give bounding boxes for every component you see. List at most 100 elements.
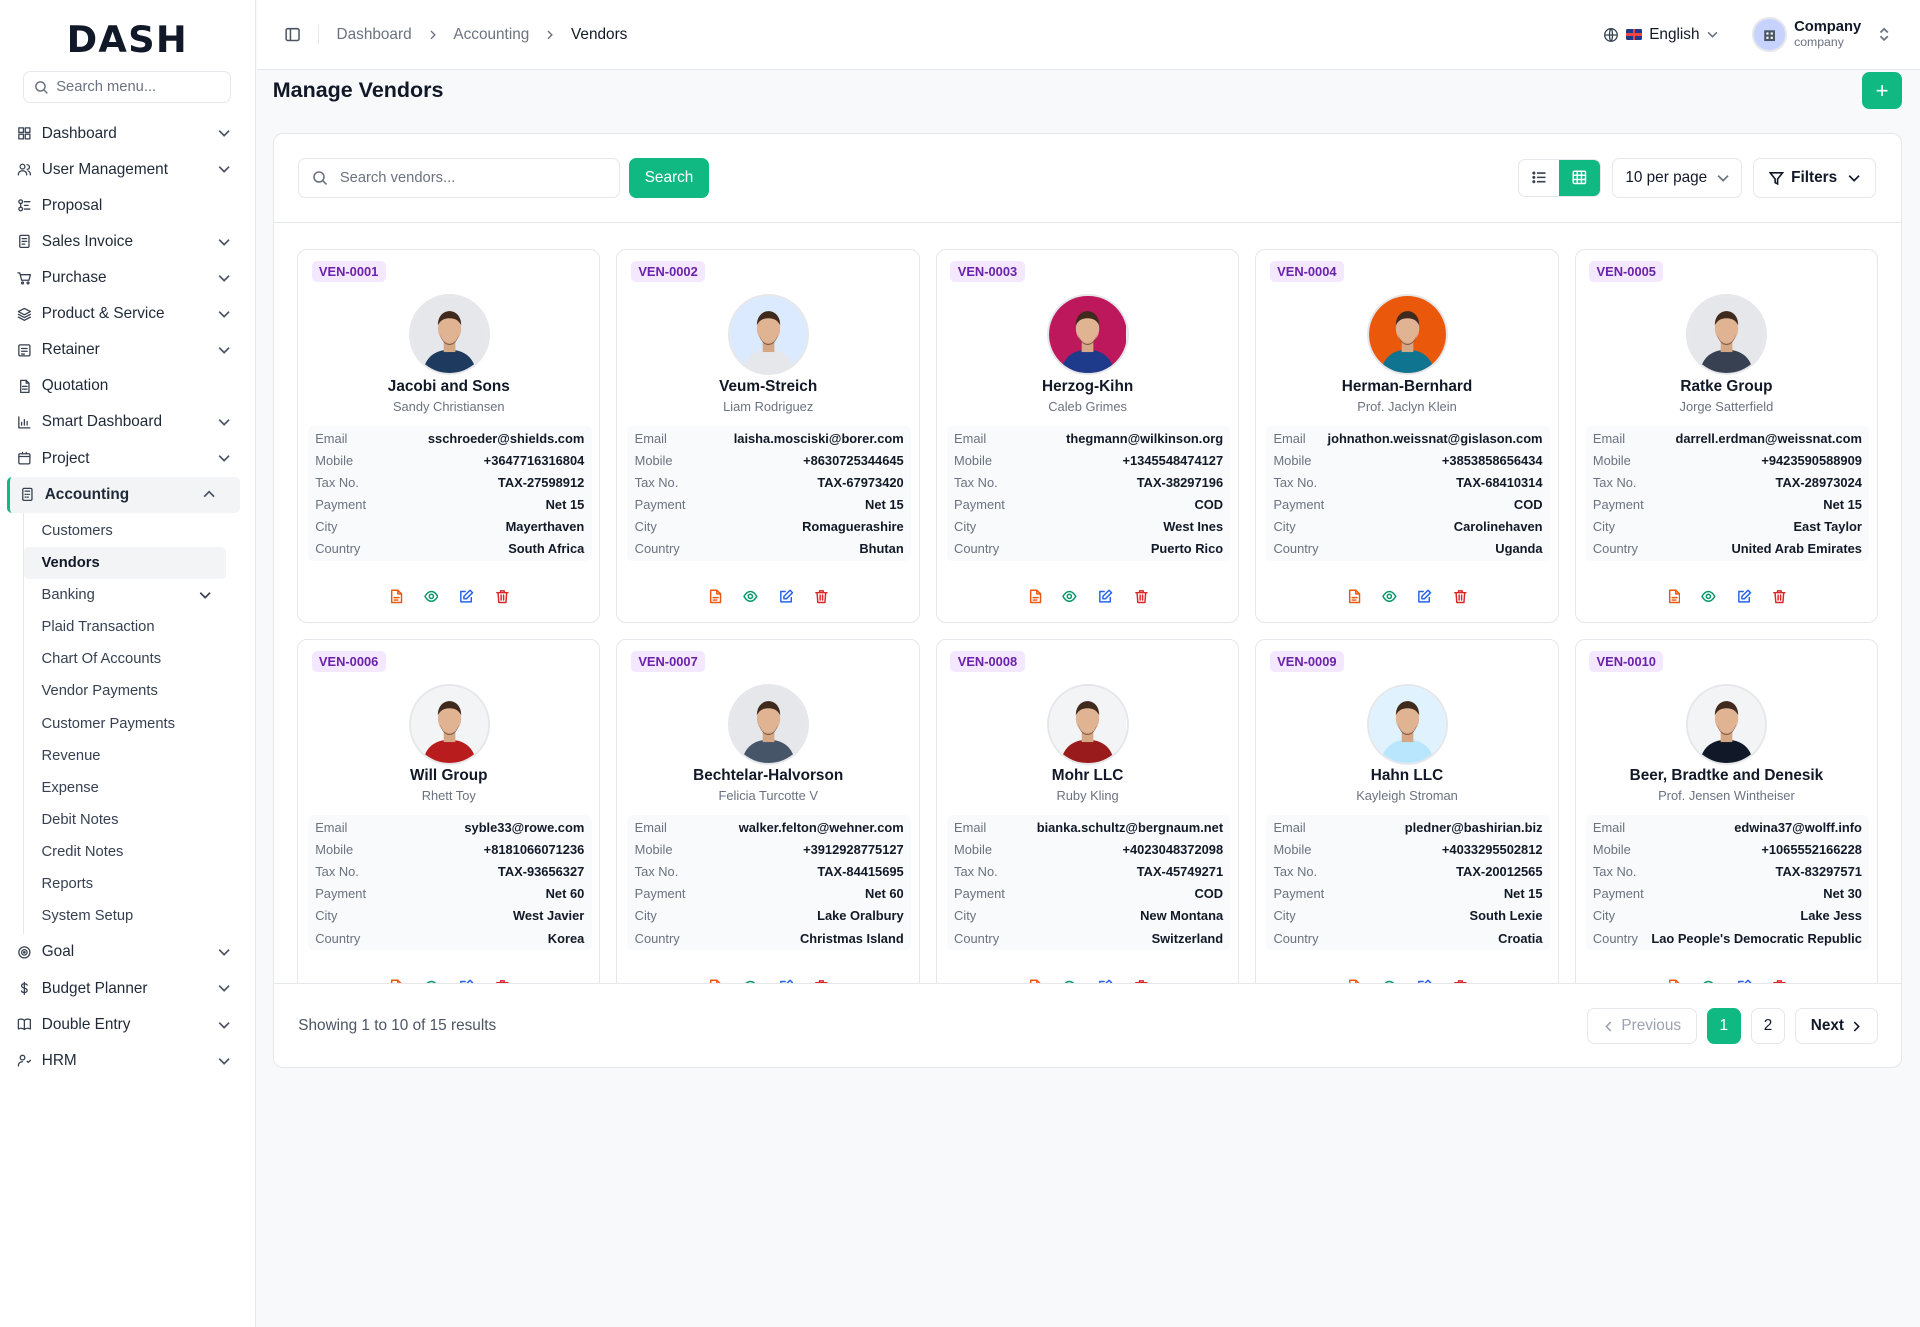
vendor-photo-image (1049, 296, 1127, 374)
submenu-item-banking[interactable]: Banking (24, 579, 226, 611)
submenu-item-debit-notes[interactable]: Debit Notes (24, 804, 226, 836)
view-button[interactable] (1701, 589, 1716, 604)
field-label: Mobile (954, 842, 992, 858)
submenu-item-plaid-transaction[interactable]: Plaid Transaction (24, 611, 226, 643)
grid-view-button[interactable] (1559, 159, 1600, 196)
submenu-item-vendor-payments[interactable]: Vendor Payments (24, 675, 226, 707)
submenu-item-reports[interactable]: Reports (24, 868, 226, 900)
view-button[interactable] (423, 589, 439, 604)
view-invoice-button[interactable] (1666, 589, 1681, 604)
chevron-left-icon (1605, 1021, 1612, 1032)
delete-button[interactable] (1453, 589, 1468, 604)
per-page-select[interactable]: 10 per page (1612, 157, 1743, 199)
submenu-item-credit-notes[interactable]: Credit Notes (24, 836, 226, 868)
vendor-email-row: Email johnathon.weissnat@gislason.com (1273, 427, 1542, 449)
view-button[interactable] (1062, 589, 1077, 604)
vendor-card[interactable]: VEN-0010 Beer, Bradtke and Denesik Prof. J… (1574, 638, 1879, 983)
search-button[interactable]: Search (628, 158, 710, 198)
next-page-button[interactable]: Next (1795, 1008, 1879, 1044)
field-label: City (315, 519, 338, 535)
language-selector[interactable]: English (1603, 26, 1718, 44)
edit-button[interactable] (1737, 589, 1752, 604)
view-invoice-button[interactable] (1346, 589, 1361, 604)
submenu-item-customer-payments[interactable]: Customer Payments (24, 708, 226, 740)
proposal-icon (18, 199, 31, 212)
view-invoice-button[interactable] (707, 589, 722, 604)
vendor-tax: TAX-83297571 (1775, 864, 1862, 880)
delete-button[interactable] (495, 589, 510, 604)
filters-button[interactable]: Filters (1753, 157, 1877, 199)
previous-page-button[interactable]: Previous (1587, 1008, 1697, 1044)
breadcrumb-accounting[interactable]: Accounting (453, 26, 529, 44)
delete-button[interactable] (814, 589, 829, 604)
list-view-button[interactable] (1519, 160, 1560, 196)
submenu-item-vendors[interactable]: Vendors (24, 547, 227, 580)
sidebar-toggle-icon[interactable] (284, 26, 301, 43)
vendor-card[interactable]: VEN-0004 Herman-Bernhard Prof. Jaclyn Klei… (1255, 249, 1559, 623)
vendor-card[interactable]: VEN-0005 Ratke Group Jorge Satterfield Emai… (1574, 249, 1879, 623)
view-button[interactable] (743, 589, 758, 604)
trash-icon (815, 590, 828, 604)
add-vendor-button[interactable]: + (1862, 72, 1902, 110)
company-switcher[interactable]: Company company (1752, 17, 1890, 52)
submenu-item-system-setup[interactable]: System Setup (24, 900, 226, 932)
submenu-item-customers[interactable]: Customers (24, 515, 226, 547)
vendor-avatar (1366, 294, 1448, 376)
vendor-contact: Prof. Jaclyn Klein (1357, 398, 1457, 414)
sidebar-item-budget-planner[interactable]: Budget Planner (0, 971, 255, 1007)
delete-button[interactable] (1772, 589, 1787, 604)
breadcrumb-dashboard[interactable]: Dashboard (337, 26, 412, 44)
sidebar-item-purchase[interactable]: Purchase (0, 260, 255, 296)
grid-icon (1572, 170, 1587, 185)
page-2-button[interactable]: 2 (1750, 1008, 1786, 1044)
sidebar-item-goal[interactable]: Goal (0, 934, 255, 970)
vendor-tax-row: Tax No. TAX-20012565 (1273, 861, 1542, 883)
view-invoice-button[interactable] (1027, 589, 1042, 604)
vendor-country-row: Country Puerto Rico (954, 538, 1223, 560)
vendor-card[interactable]: VEN-0007 Bechtelar-Halvorson Felicia Turco… (616, 638, 920, 983)
field-label: Country (1273, 930, 1319, 946)
menu-search-input[interactable]: Search menu... (23, 71, 232, 104)
vendor-card[interactable]: VEN-0003 Herzog-Kihn Caleb Grimes Email theg… (935, 249, 1240, 623)
vendor-city: Romaguerashire (802, 519, 904, 535)
sidebar-item-double-entry[interactable]: Double Entry (0, 1007, 255, 1043)
sidebar-item-product-service[interactable]: Product & Service (0, 296, 255, 332)
sidebar-item-retainer[interactable]: Retainer (0, 332, 255, 368)
edit-button[interactable] (779, 589, 794, 604)
sidebar-item-smart-dashboard[interactable]: Smart Dashboard (0, 404, 255, 440)
results-summary: Showing 1 to 10 of 15 results (298, 1017, 497, 1035)
vendor-name: Veum-Streich (719, 377, 818, 395)
page-1-button[interactable]: 1 (1706, 1008, 1741, 1044)
submenu-item-revenue[interactable]: Revenue (24, 740, 226, 772)
sidebar-item-sales-invoice[interactable]: Sales Invoice (0, 224, 255, 260)
view-button[interactable] (1382, 589, 1397, 604)
sidebar-item-user-management[interactable]: User Management (0, 152, 255, 188)
sidebar-item-project[interactable]: Project (0, 440, 255, 476)
submenu-item-chart-of-accounts[interactable]: Chart Of Accounts (24, 643, 226, 675)
brand-logo[interactable]: DASH (0, 0, 255, 79)
vendor-email-row: Email syble33@rowe.com (315, 816, 584, 838)
company-name: Company (1794, 18, 1862, 35)
vendor-card[interactable]: VEN-0008 Mohr LLC Ruby Kling Email bianka.sc… (935, 638, 1240, 983)
vendor-search-input[interactable] (339, 170, 586, 186)
submenu-item-expense[interactable]: Expense (24, 772, 226, 804)
sidebar-item-hrm[interactable]: HRM (0, 1043, 255, 1079)
vendor-card[interactable]: VEN-0009 Hahn LLC Kayleigh Stroman Email ple… (1255, 638, 1559, 983)
edit-button[interactable] (1417, 589, 1432, 604)
sidebar-item-quotation[interactable]: Quotation (0, 368, 255, 404)
delete-button[interactable] (1134, 589, 1149, 604)
vendor-mobile: +3912928775127 (803, 842, 904, 858)
vendor-card[interactable]: VEN-0006 Will Group Rhett Toy Email syble33@… (297, 638, 601, 983)
vendor-mobile: +8181066071236 (483, 842, 585, 858)
sidebar-item-dashboard[interactable]: Dashboard (0, 115, 255, 151)
view-invoice-button[interactable] (388, 589, 403, 604)
edit-button[interactable] (459, 589, 474, 604)
company-avatar (1752, 17, 1787, 52)
vendor-city: New Montana (1140, 908, 1224, 924)
sidebar-item-proposal[interactable]: Proposal (0, 188, 255, 224)
vendor-card[interactable]: VEN-0002 Veum-Streich Liam Rodriguez Email l… (616, 249, 920, 623)
vendor-card[interactable]: VEN-0001 Jacobi and Sons Sandy Christianse… (297, 249, 601, 623)
edit-button[interactable] (1098, 589, 1113, 604)
vendor-tax: TAX-20012565 (1456, 864, 1543, 880)
sidebar-item-accounting[interactable]: Accounting (7, 476, 240, 513)
